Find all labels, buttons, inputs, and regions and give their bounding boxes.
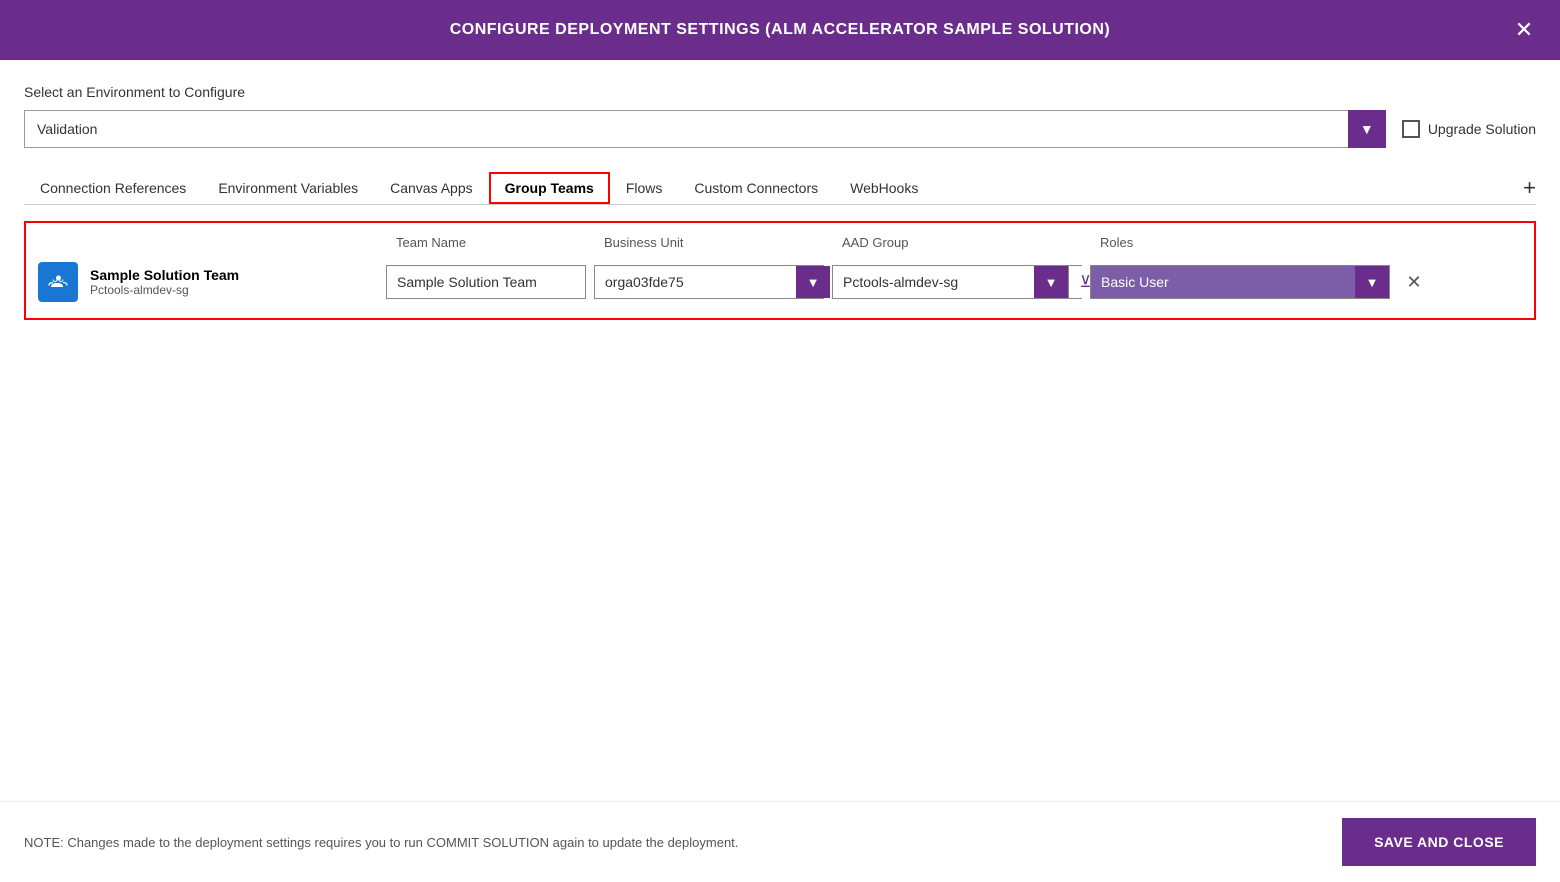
- tab-connection-references[interactable]: Connection References: [24, 172, 202, 204]
- tab-flows[interactable]: Flows: [610, 172, 679, 204]
- col-header-aad-group: AAD Group: [832, 235, 1082, 250]
- footer-note: NOTE: Changes made to the deployment set…: [24, 835, 738, 850]
- table-row: Sample Solution Team Pctools-almdev-sg ▼: [26, 254, 1534, 310]
- aad-group-input[interactable]: [833, 266, 1034, 298]
- environment-row: ▼ Upgrade Solution: [24, 110, 1536, 148]
- close-button[interactable]: ✕: [1508, 14, 1540, 46]
- team-text: Sample Solution Team Pctools-almdev-sg: [90, 267, 239, 297]
- aad-group-dropdown-button[interactable]: ▼: [1034, 266, 1068, 298]
- dialog-footer: NOTE: Changes made to the deployment set…: [0, 801, 1560, 882]
- dialog-title: CONFIGURE DEPLOYMENT SETTINGS (ALM Accel…: [450, 21, 1111, 39]
- tab-custom-connectors[interactable]: Custom Connectors: [678, 172, 834, 204]
- tab-canvas-apps[interactable]: Canvas Apps: [374, 172, 489, 204]
- environment-dropdown-button[interactable]: ▼: [1348, 110, 1386, 148]
- teams-svg-icon: [46, 270, 70, 294]
- environment-label: Select an Environment to Configure: [24, 84, 1536, 100]
- environment-select-wrapper: ▼: [24, 110, 1386, 148]
- col-header-team-name: Team Name: [386, 235, 586, 250]
- tab-group-teams[interactable]: Group Teams: [489, 172, 610, 204]
- chevron-down-icon: ▼: [1045, 275, 1058, 290]
- save-and-close-button[interactable]: SAVE AND CLOSE: [1342, 818, 1536, 866]
- business-unit-dropdown-button[interactable]: ▼: [796, 266, 830, 298]
- group-teams-table: Team Name Business Unit AAD Group Roles: [24, 221, 1536, 320]
- environment-input[interactable]: [24, 110, 1386, 148]
- col-header-actions: [1398, 235, 1438, 250]
- chevron-down-icon: ▼: [1360, 121, 1374, 137]
- col-header-roles: Roles: [1090, 235, 1390, 250]
- team-sub-display: Pctools-almdev-sg: [90, 283, 239, 297]
- table-header-row: Team Name Business Unit AAD Group Roles: [26, 231, 1534, 254]
- upgrade-solution-wrapper: Upgrade Solution: [1402, 120, 1536, 138]
- tab-webhooks[interactable]: WebHooks: [834, 172, 934, 204]
- close-icon: ✕: [1406, 272, 1421, 293]
- team-info-cell: Sample Solution Team Pctools-almdev-sg: [38, 262, 378, 302]
- tabs-row: Connection References Environment Variab…: [24, 172, 1536, 205]
- dialog-header: CONFIGURE DEPLOYMENT SETTINGS (ALM Accel…: [0, 0, 1560, 60]
- dialog-body: Select an Environment to Configure ▼ Upg…: [0, 60, 1560, 400]
- business-unit-input[interactable]: [595, 266, 796, 298]
- roles-dropdown-button[interactable]: ▼: [1355, 266, 1389, 298]
- roles-input[interactable]: [1091, 266, 1355, 298]
- upgrade-solution-label: Upgrade Solution: [1428, 121, 1536, 137]
- upgrade-solution-checkbox[interactable]: [1402, 120, 1420, 138]
- team-name-input[interactable]: [386, 265, 586, 299]
- business-unit-wrapper: ▼: [594, 265, 824, 299]
- col-header-team-info: [38, 235, 378, 250]
- chevron-down-icon: ▼: [1366, 275, 1379, 290]
- aad-group-wrapper: ▼ ⊻: [832, 265, 1082, 299]
- tab-environment-variables[interactable]: Environment Variables: [202, 172, 374, 204]
- col-header-business-unit: Business Unit: [594, 235, 824, 250]
- roles-wrapper: ▼: [1090, 265, 1390, 299]
- chevron-down-icon: ▼: [807, 275, 820, 290]
- add-row-button[interactable]: +: [1523, 177, 1536, 199]
- team-name-display: Sample Solution Team: [90, 267, 239, 283]
- team-name-field-wrapper: [386, 265, 586, 299]
- team-icon: [38, 262, 78, 302]
- delete-row-button[interactable]: ✕: [1398, 266, 1430, 298]
